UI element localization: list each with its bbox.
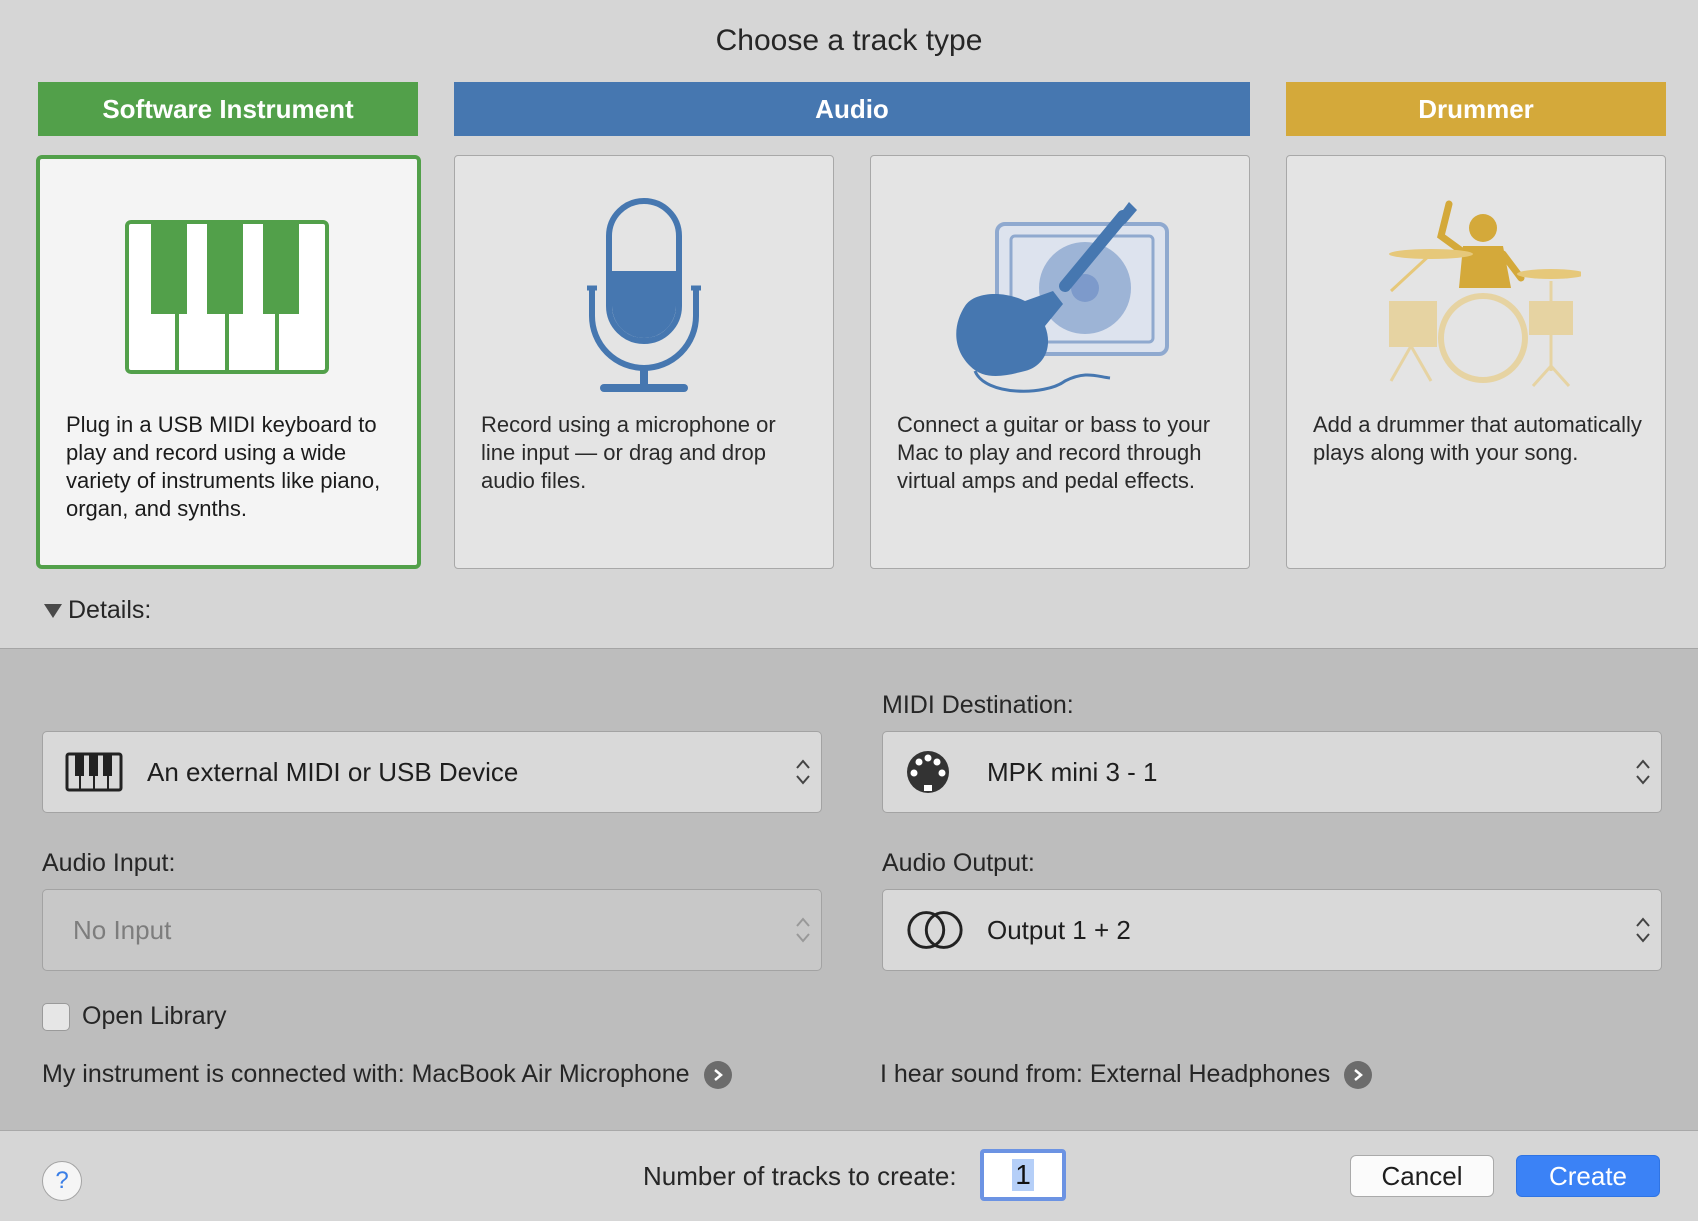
help-button[interactable]: ? [42, 1161, 82, 1201]
card-audio-microphone[interactable]: Record using a microphone or line input … [454, 155, 834, 569]
midi-input-select[interactable]: An external MIDI or USB Device [42, 731, 822, 813]
details-disclosure[interactable]: Details: [44, 596, 151, 625]
audio-input-value: No Input [73, 914, 172, 945]
midi-destination-select[interactable]: MPK mini 3 - 1 [882, 731, 1662, 813]
dialog-footer: ? Number of tracks to create: 1 Cancel C… [0, 1130, 1698, 1221]
card-software-instrument[interactable]: Plug in a USB MIDI keyboard to play and … [36, 155, 421, 569]
open-library-option[interactable]: Open Library [42, 1002, 227, 1031]
midi-port-icon [905, 749, 965, 795]
cancel-button[interactable]: Cancel [1350, 1155, 1494, 1197]
audio-output-select[interactable]: Output 1 + 2 [882, 889, 1662, 971]
updown-chevron-icon [1635, 757, 1651, 787]
guitar-amp-icon [871, 196, 1249, 396]
midi-input-value: An external MIDI or USB Device [147, 756, 519, 787]
card-audio-guitar[interactable]: Connect a guitar or bass to your Mac to … [870, 155, 1250, 569]
open-library-checkbox[interactable] [42, 1002, 70, 1031]
midi-destination-value: MPK mini 3 - 1 [987, 756, 1158, 787]
updown-chevron-icon [1635, 915, 1651, 945]
sound-output-row: I hear sound from: External Headphones [880, 1060, 1373, 1089]
card-description: Record using a microphone or line input … [481, 412, 776, 493]
midi-destination-label: MIDI Destination: [882, 691, 1074, 719]
microphone-icon [455, 196, 833, 396]
tracks-count-label: Number of tracks to create: [643, 1161, 957, 1191]
audio-output-value: Output 1 + 2 [987, 914, 1131, 945]
updown-chevron-icon [795, 757, 811, 787]
card-description: Connect a guitar or bass to your Mac to … [897, 412, 1211, 493]
drummer-icon [1287, 196, 1665, 396]
arrow-right-circle-icon[interactable] [703, 1060, 732, 1089]
disclosure-triangle-icon [44, 603, 62, 618]
card-description: Add a drummer that automatically plays a… [1313, 412, 1642, 465]
audio-output-label: Audio Output: [882, 849, 1035, 877]
audio-input-label: Audio Input: [42, 849, 176, 877]
card-description: Plug in a USB MIDI keyboard to play and … [66, 412, 381, 521]
dialog-title: Choose a track type [715, 24, 983, 57]
sound-output-text: I hear sound from: External Headphones [880, 1060, 1331, 1088]
instrument-connection-row: My instrument is connected with: MacBook… [42, 1060, 732, 1089]
card-drummer[interactable]: Add a drummer that automatically plays a… [1286, 155, 1666, 569]
piano-keyboard-icon [40, 199, 417, 399]
updown-chevron-icon [795, 915, 811, 945]
tracks-count-input[interactable]: 1 [980, 1149, 1066, 1201]
category-software-instrument[interactable]: Software Instrument [38, 82, 418, 136]
open-library-label: Open Library [82, 1002, 227, 1030]
new-track-dialog: Choose a track type Software Instrument … [0, 0, 1698, 1221]
category-audio[interactable]: Audio [454, 82, 1250, 136]
audio-input-select[interactable]: No Input [42, 889, 822, 971]
midi-keyboard-icon [65, 752, 125, 792]
details-label: Details: [68, 596, 152, 624]
category-drummer[interactable]: Drummer [1286, 82, 1666, 136]
details-panel: MIDI Destination: An external MIDI or US… [0, 648, 1698, 1131]
create-button[interactable]: Create [1516, 1155, 1660, 1197]
instrument-connection-text: My instrument is connected with: MacBook… [42, 1060, 690, 1088]
tracks-count-value: 1 [1012, 1159, 1034, 1191]
stereo-output-icon [905, 908, 965, 952]
arrow-right-circle-icon[interactable] [1344, 1060, 1373, 1089]
